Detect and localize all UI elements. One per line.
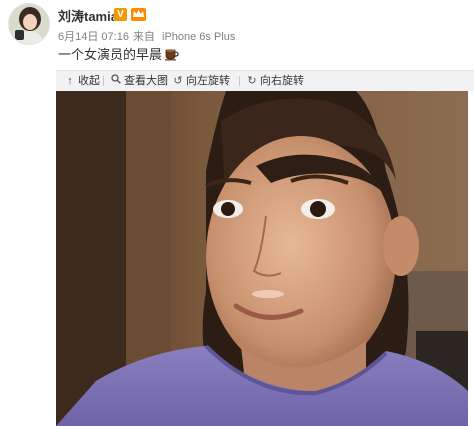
collapse-arrow-icon: ↑	[67, 75, 73, 87]
post-date[interactable]: 6月14日 07:16	[58, 31, 129, 43]
rotate-left-icon: ↺	[173, 75, 183, 87]
source-prefix: 来自	[132, 31, 155, 43]
rotate-right-label: 向右旋转	[260, 75, 304, 87]
rotate-left-button[interactable]: ↺ 向左旋转	[172, 71, 230, 91]
magnifier-icon	[110, 71, 122, 91]
collapse-button[interactable]: ↑ 收起	[64, 71, 100, 91]
verified-v-icon[interactable]: V	[114, 8, 127, 21]
toolbar-divider	[239, 76, 240, 86]
username[interactable]: 刘涛tamia	[58, 6, 118, 25]
rotate-right-icon: ↻	[247, 75, 257, 87]
rotate-right-button[interactable]: ↻ 向右旋转	[246, 71, 304, 91]
source-device[interactable]: iPhone 6s Plus	[162, 31, 235, 43]
selfie-photo	[56, 91, 468, 426]
rotate-left-label: 向左旋转	[186, 75, 230, 87]
post-text: 一个女演员的早晨	[58, 47, 163, 62]
post-meta: 6月14日 07:16 来自 iPhone 6s Plus	[58, 28, 239, 44]
coffee-cup-icon	[164, 48, 180, 64]
post-content: 一个女演员的早晨	[58, 44, 180, 64]
post-photo[interactable]	[56, 91, 468, 426]
toolbar-divider	[165, 76, 166, 86]
collapse-label: 收起	[78, 75, 100, 87]
avatar[interactable]	[8, 3, 50, 45]
view-large-label: 查看大图	[124, 75, 168, 87]
member-crown-icon[interactable]	[131, 8, 146, 21]
view-large-button[interactable]: 查看大图	[110, 71, 168, 91]
toolbar-divider	[103, 76, 104, 86]
avatar-image	[9, 4, 49, 44]
image-toolbar: ↑ 收起 查看大图 ↺ 向左旋转 ↻ 向右旋转	[56, 70, 474, 91]
